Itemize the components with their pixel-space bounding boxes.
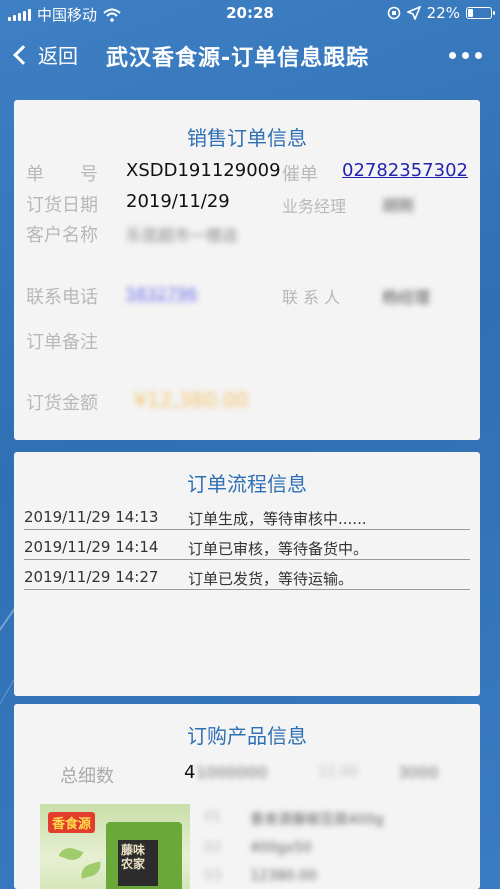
battery-icon [466, 7, 495, 19]
order-flow-card: 订单流程信息 2019/11/29 14:13 订单生成，等待审核中......… [14, 452, 480, 696]
order-no-label: 单 号 [26, 164, 98, 185]
manager-label: 业务经理 [282, 197, 347, 216]
customer-label: 客户名称 [26, 225, 98, 246]
item-line: 12380.00 [250, 868, 317, 884]
leaf-decoration [58, 844, 84, 864]
product-image[interactable]: 香食源 藤味农家 [40, 804, 190, 889]
contact-value: 杨经理 [382, 288, 431, 307]
phone-label: 联系电话 [26, 287, 98, 308]
flow-time: 2019/11/29 14:27 [24, 568, 159, 586]
sales-order-card: 销售订单信息 单 号 XSDD191129009 催单 02782357302 … [14, 100, 480, 440]
item-line: 香食源藤椒豆腐400g [250, 812, 384, 828]
item-line: 02 [204, 840, 222, 856]
pack-label: 藤味农家 [118, 840, 158, 886]
chevron-left-icon [13, 44, 33, 65]
back-label: 返回 [38, 44, 78, 68]
more-dot-icon [449, 52, 456, 59]
more-button[interactable] [449, 52, 482, 59]
status-right: 22% [387, 4, 495, 22]
status-bar: 中国移动 20:28 22% [0, 0, 500, 26]
total-label: 总细数 [60, 766, 114, 787]
amount-value: ¥12,380.00 [134, 388, 249, 412]
brand-logo: 香食源 [48, 812, 96, 833]
orientation-lock-icon [387, 6, 400, 20]
location-icon [406, 6, 421, 20]
flow-desc: 订单生成，等待审核中...... [188, 510, 367, 528]
urge-phone-link[interactable]: 02782357302 [342, 160, 468, 181]
order-date-value: 2019/11/29 [126, 191, 230, 212]
battery-level [468, 9, 473, 17]
flow-row: 2019/11/29 14:13 订单生成，等待审核中...... [24, 504, 470, 530]
product-title: 订购产品信息 [187, 724, 307, 748]
nav-bar: 返回 武汉香食源-订单信息跟踪 [0, 26, 500, 86]
flow-time: 2019/11/29 14:13 [24, 508, 159, 526]
page-title: 武汉香食源-订单信息跟踪 [106, 46, 370, 71]
total-blurred-value: 1000000 [196, 763, 268, 782]
total-value: 4 [184, 762, 196, 783]
total-blurred-value: 3000 [398, 763, 439, 782]
order-flow-title: 订单流程信息 [187, 472, 307, 496]
total-blurred-value: 12.00 [318, 764, 359, 780]
phone-link[interactable]: 5832796 [126, 284, 197, 303]
order-no-value: XSDD191129009 [126, 160, 281, 181]
product-pack: 藤味农家 [106, 822, 182, 889]
flow-row: 2019/11/29 14:27 订单已发货，等待运输。 [24, 564, 470, 590]
item-line: 03 [204, 868, 222, 884]
remark-label: 订单备注 [26, 332, 98, 353]
flow-time: 2019/11/29 14:14 [24, 538, 159, 556]
item-line: 400gx50 [250, 840, 312, 856]
flow-desc: 订单已发货，等待运输。 [188, 570, 354, 588]
leaf-decoration [78, 861, 104, 879]
product-card: 订购产品信息 总细数 4 1000000 12.00 3000 香食源 藤味农家… [14, 704, 480, 889]
more-dot-icon [462, 52, 469, 59]
sales-order-title: 销售订单信息 [187, 126, 307, 150]
back-button[interactable]: 返回 [10, 40, 78, 69]
item-line: 01 [204, 809, 222, 825]
amount-label: 订货金额 [26, 393, 98, 414]
customer-value: 乐昆超市一楼店 [126, 226, 239, 245]
more-dot-icon [475, 52, 482, 59]
flow-desc: 订单已审核，等待备货中。 [188, 540, 369, 558]
order-date-label: 订货日期 [26, 195, 98, 216]
urge-label: 催单 [282, 164, 318, 185]
flow-row: 2019/11/29 14:14 订单已审核，等待备货中。 [24, 534, 470, 560]
contact-label: 联 系 人 [282, 288, 341, 307]
manager-value: 胡刚 [382, 196, 415, 215]
battery-percent: 22% [426, 4, 460, 22]
